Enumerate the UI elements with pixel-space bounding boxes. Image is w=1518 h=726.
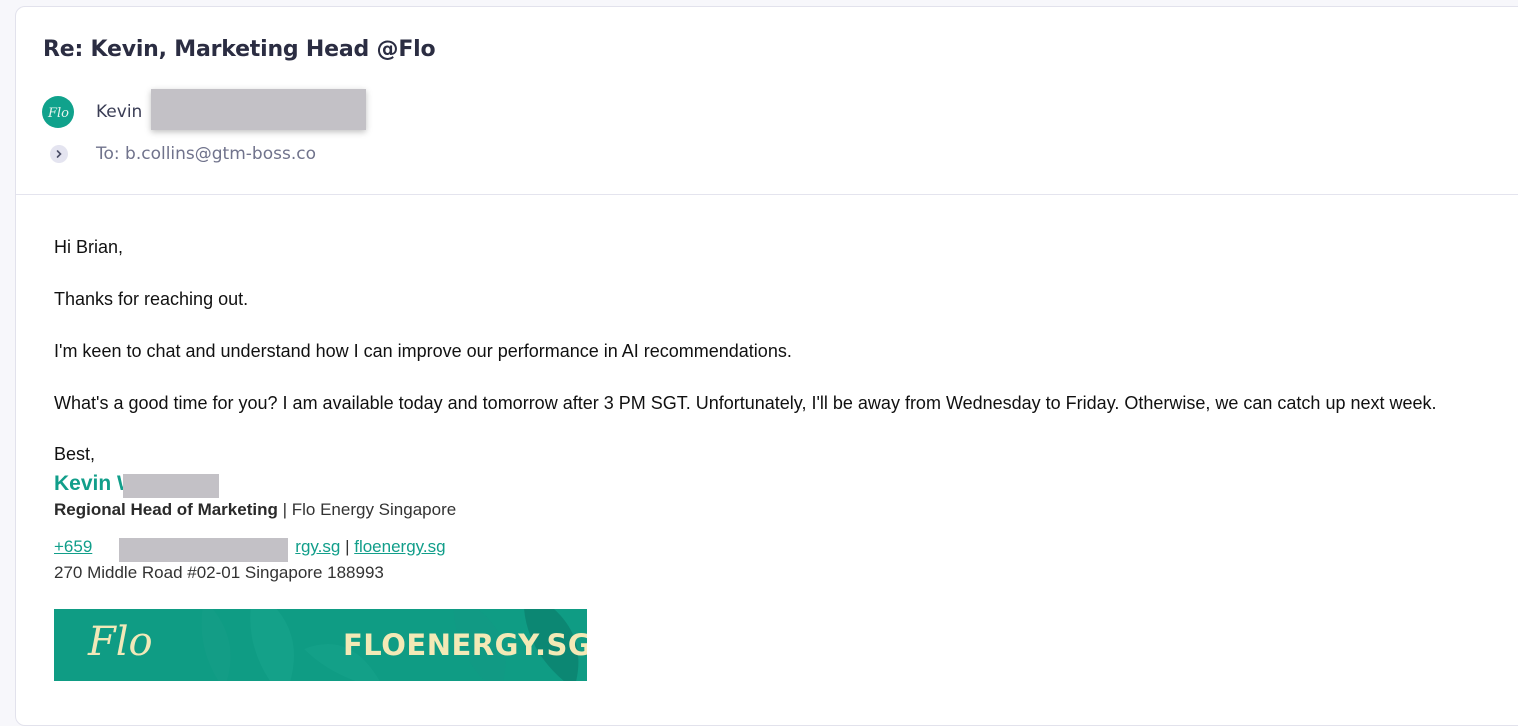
- flo-logo-icon: Flo: [47, 106, 69, 121]
- recipient-line: To: b.collins@gtm-boss.co: [96, 144, 316, 164]
- redaction-contact: [119, 538, 288, 562]
- expand-recipients-button[interactable]: [50, 145, 68, 163]
- message-body: Hi Brian, Thanks for reaching out. I'm k…: [54, 235, 1437, 443]
- redaction-sender: [151, 89, 366, 130]
- email-link[interactable]: rgy.sg: [295, 537, 340, 556]
- chevron-right-icon: [56, 150, 62, 158]
- sender-avatar[interactable]: Flo: [42, 96, 74, 128]
- closing: Best,: [54, 444, 96, 464]
- signature-address: 270 Middle Road #02-01 Singapore 188993: [54, 563, 384, 582]
- redaction-signature-name: [123, 474, 219, 498]
- body-paragraph: Thanks for reaching out.: [54, 289, 249, 309]
- signature-title-line: Regional Head of Marketing | Flo Energy …: [54, 500, 456, 520]
- banner-url: FLOENERGY.SG: [343, 628, 587, 662]
- sender-name[interactable]: Kevin: [96, 102, 142, 122]
- greeting: Hi Brian,: [54, 237, 124, 257]
- body-paragraph: I'm keen to chat and understand how I ca…: [54, 341, 792, 361]
- email-card: Re: Kevin, Marketing Head @Flo Flo Kevin…: [15, 6, 1518, 726]
- email-subject: Re: Kevin, Marketing Head @Flo: [43, 37, 436, 62]
- signature-company: Flo Energy Singapore: [291, 500, 457, 519]
- phone-link[interactable]: +659: [54, 537, 92, 556]
- signature-title: Regional Head of Marketing: [54, 500, 278, 519]
- contact-separator: |: [340, 537, 355, 556]
- title-separator: |: [277, 500, 292, 519]
- header-divider: [16, 194, 1518, 195]
- banner-logo: Flo: [88, 619, 153, 665]
- body-paragraph: What's a good time for you? I am availab…: [54, 393, 1437, 413]
- website-link[interactable]: floenergy.sg: [354, 537, 445, 556]
- avatar-text: Flo: [47, 106, 69, 121]
- signature-banner[interactable]: Flo FLOENERGY.SG: [54, 609, 587, 681]
